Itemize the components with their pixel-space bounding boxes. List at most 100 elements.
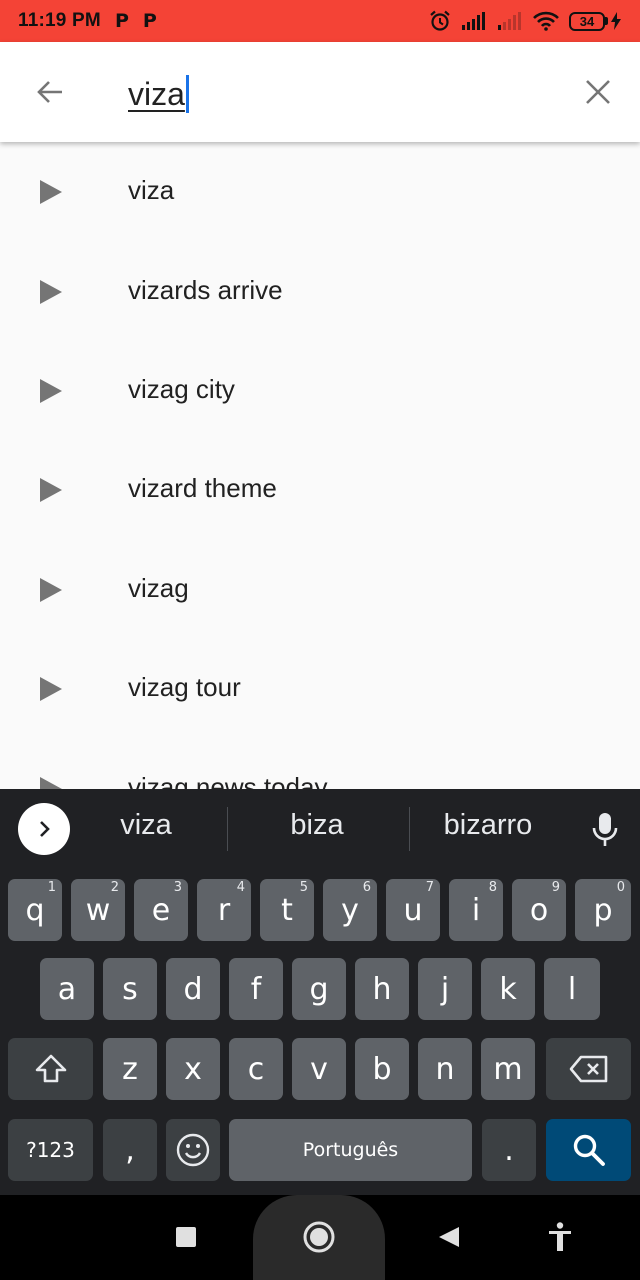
key-r[interactable]: r4 — [197, 879, 251, 941]
key-u[interactable]: u7 — [386, 879, 440, 941]
status-bar: 11:19 PM P P 34 — [0, 0, 640, 42]
word-suggestion[interactable]: bizarro — [428, 809, 548, 842]
battery-level: 34 — [569, 11, 605, 31]
play-icon — [40, 677, 62, 701]
recents-button[interactable] — [164, 1215, 208, 1259]
suggestion-item[interactable]: viza — [0, 142, 640, 241]
emoji-key[interactable] — [166, 1119, 220, 1181]
key-t[interactable]: t5 — [260, 879, 314, 941]
key-i[interactable]: i8 — [449, 879, 503, 941]
triangle-back-icon — [439, 1227, 459, 1247]
search-bar: viza — [0, 42, 640, 142]
accessibility-icon — [549, 1222, 571, 1251]
play-icon — [40, 777, 62, 789]
suggestion-label: vizag city — [128, 374, 235, 404]
word-suggestion[interactable]: biza — [258, 809, 376, 842]
divider — [227, 807, 228, 851]
signal-weak-icon — [498, 12, 521, 30]
square-icon — [176, 1227, 196, 1247]
circle-icon — [303, 1221, 335, 1253]
shift-icon — [35, 1054, 66, 1083]
key-f[interactable]: f — [229, 958, 283, 1020]
key-s[interactable]: s — [103, 958, 157, 1020]
signal-icon — [462, 12, 485, 30]
period-key[interactable]: . — [482, 1119, 536, 1181]
backspace-key[interactable] — [546, 1038, 631, 1100]
text-cursor — [185, 75, 189, 113]
key-v[interactable]: v — [292, 1038, 346, 1100]
key-b[interactable]: b — [355, 1038, 409, 1100]
divider — [409, 807, 410, 851]
key-k[interactable]: k — [481, 958, 535, 1020]
accessibility-button[interactable] — [538, 1215, 582, 1259]
symbols-key[interactable]: ?123 — [8, 1119, 93, 1181]
key-z[interactable]: z — [103, 1038, 157, 1100]
search-input-text: viza — [128, 75, 185, 112]
alarm-icon — [430, 10, 450, 31]
key-a[interactable]: a — [40, 958, 94, 1020]
key-h[interactable]: h — [355, 958, 409, 1020]
notification-p-icon: P — [114, 10, 129, 32]
notification-p-icon: P — [142, 10, 157, 32]
navigation-bar — [0, 1195, 640, 1280]
suggestion-list: viza vizards arrive vizag city vizard th… — [0, 142, 640, 789]
keyboard: viza biza bizarro q1 w2 e3 r4 t5 y6 u7 i… — [0, 789, 640, 1195]
search-icon — [573, 1134, 605, 1166]
key-m[interactable]: m — [481, 1038, 535, 1100]
screen: 11:19 PM P P 34 viza viza vizards arrive… — [0, 0, 640, 1280]
word-suggestion[interactable]: viza — [90, 809, 202, 842]
suggestion-item[interactable]: vizards arrive — [0, 242, 640, 341]
play-icon — [40, 180, 62, 204]
back-nav-button[interactable] — [427, 1215, 471, 1259]
suggestion-item[interactable]: vizag — [0, 540, 640, 639]
search-input[interactable]: viza — [128, 72, 189, 116]
back-button[interactable] — [26, 68, 74, 116]
key-p[interactable]: p0 — [575, 879, 631, 941]
key-q[interactable]: q1 — [8, 879, 62, 941]
close-icon — [586, 80, 610, 104]
key-d[interactable]: d — [166, 958, 220, 1020]
microphone-button[interactable] — [585, 809, 625, 851]
key-c[interactable]: c — [229, 1038, 283, 1100]
charging-icon — [611, 12, 621, 30]
keyboard-suggestion-strip: viza biza bizarro — [0, 789, 640, 869]
play-icon — [40, 379, 62, 403]
play-icon — [40, 478, 62, 502]
emoji-icon — [176, 1133, 210, 1167]
key-x[interactable]: x — [166, 1038, 220, 1100]
battery-icon: 34 — [569, 11, 622, 31]
key-l[interactable]: l — [544, 958, 600, 1020]
suggestion-label: vizag tour — [128, 672, 241, 702]
home-button[interactable] — [297, 1215, 341, 1259]
key-e[interactable]: e3 — [134, 879, 188, 941]
suggestion-label: vizag news today — [128, 772, 328, 789]
suggestion-label: vizard theme — [128, 473, 277, 503]
key-g[interactable]: g — [292, 958, 346, 1020]
key-y[interactable]: y6 — [323, 879, 377, 941]
expand-toolbar-button[interactable] — [18, 803, 70, 855]
suggestion-item[interactable]: vizard theme — [0, 440, 640, 539]
search-key[interactable] — [546, 1119, 631, 1181]
shift-key[interactable] — [8, 1038, 93, 1100]
space-bar[interactable]: Português — [229, 1119, 472, 1181]
suggestion-label: vizards arrive — [128, 275, 283, 305]
suggestion-item[interactable]: vizag city — [0, 341, 640, 440]
suggestion-item[interactable]: vizag tour — [0, 639, 640, 738]
microphone-icon — [592, 813, 618, 846]
play-icon — [40, 578, 62, 602]
suggestion-item[interactable]: vizag news today — [0, 739, 640, 789]
play-icon — [40, 280, 62, 304]
suggestion-label: vizag — [128, 573, 189, 603]
wifi-icon — [533, 11, 559, 31]
key-n[interactable]: n — [418, 1038, 472, 1100]
arrow-left-icon — [37, 81, 62, 103]
suggestion-label: viza — [128, 175, 175, 205]
key-j[interactable]: j — [418, 958, 472, 1020]
clear-button[interactable] — [574, 68, 622, 116]
backspace-icon — [569, 1055, 607, 1083]
comma-key[interactable]: , — [103, 1119, 157, 1181]
chevron-right-icon — [40, 821, 50, 837]
key-w[interactable]: w2 — [71, 879, 125, 941]
key-o[interactable]: o9 — [512, 879, 566, 941]
status-time: 11:19 PM — [18, 10, 101, 31]
